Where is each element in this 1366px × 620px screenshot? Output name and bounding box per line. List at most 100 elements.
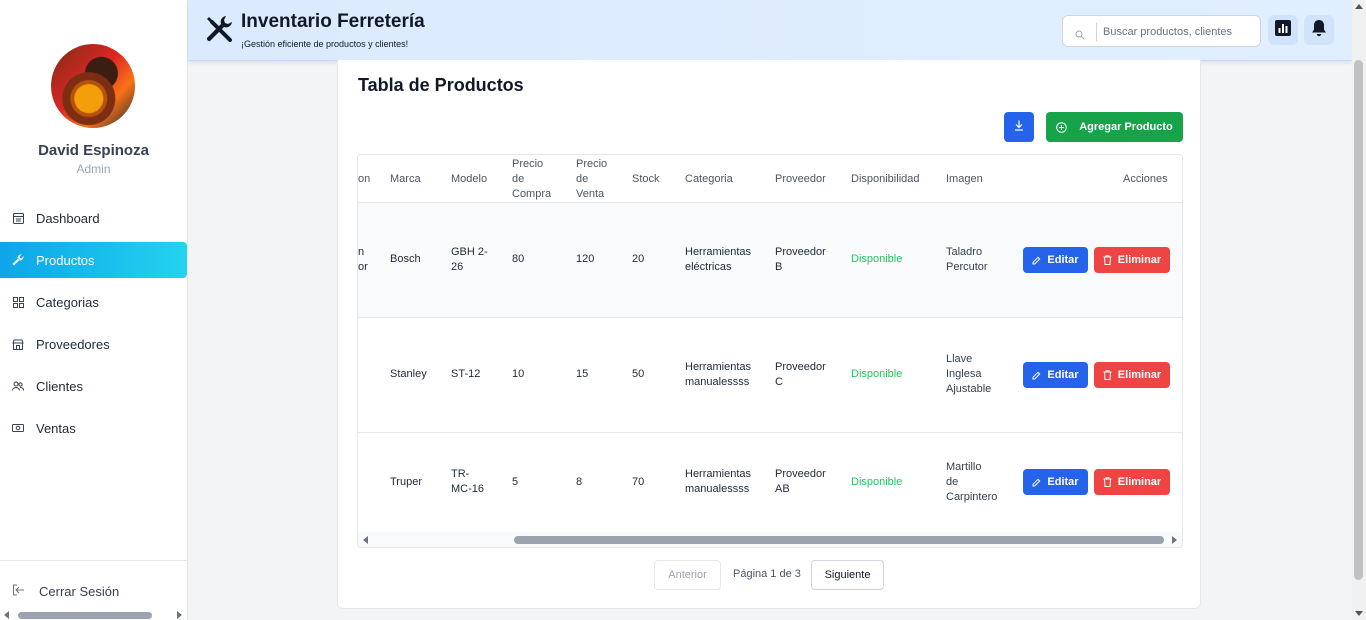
download-button[interactable] — [1004, 112, 1034, 142]
header-line: Precio — [576, 158, 608, 170]
table-row: Stanley ST-12 10 15 50 Herramientas manu… — [358, 318, 1182, 433]
bar-chart-icon — [1275, 19, 1291, 41]
app-subtitle: ¡Gestión eficiente de productos y client… — [241, 39, 409, 49]
sidebar-item-dashboard[interactable]: Dashboard — [0, 200, 187, 236]
cash-icon — [12, 422, 24, 434]
scrollbar-thumb[interactable] — [18, 612, 152, 619]
cell-line: GBH 2- — [451, 246, 488, 258]
sidebar-horizontal-scrollbar[interactable] — [4, 611, 182, 620]
search-box[interactable] — [1062, 15, 1261, 47]
column-header-stock: Stock — [632, 173, 660, 185]
status-badge: Disponible — [851, 476, 903, 488]
cell-proveedor: Proveedor AB — [775, 467, 826, 497]
delete-button[interactable]: Eliminar — [1094, 247, 1170, 273]
delete-label: Eliminar — [1117, 369, 1162, 381]
cell-modelo: TR- MC-16 — [451, 467, 484, 497]
logout-button[interactable]: Cerrar Sesión — [12, 584, 119, 599]
trash-icon — [1103, 255, 1112, 265]
cell-line: Proveedor — [775, 468, 826, 480]
search-icon — [1075, 27, 1085, 45]
pagination-info: Página 1 de 3 — [733, 568, 801, 580]
cell-line: de — [946, 476, 959, 488]
pencil-icon — [1032, 256, 1041, 265]
product-image-alt: Llave Inglesa Ajustable — [946, 352, 991, 397]
delete-button[interactable]: Eliminar — [1094, 362, 1170, 388]
notifications-button[interactable] — [1304, 15, 1334, 45]
pagination-next-button[interactable]: Siguiente — [811, 560, 884, 590]
cell-line: Herramientas — [685, 246, 752, 258]
products-card: Tabla de Productos Agregar Producto on M… — [337, 60, 1201, 609]
sidebar-item-label: Clientes — [36, 378, 83, 394]
scroll-left-icon[interactable] — [4, 611, 9, 619]
sidebar-item-proveedores[interactable]: Proveedores — [0, 326, 187, 362]
trash-icon — [1103, 370, 1112, 380]
scrollbar-thumb[interactable] — [1354, 60, 1363, 580]
cell-line: Inglesa — [946, 368, 982, 380]
scroll-down-icon[interactable] — [1355, 611, 1363, 616]
top-header: Inventario Ferretería ¡Gestión eficiente… — [188, 0, 1352, 61]
app-title: Inventario Ferretería — [241, 11, 425, 32]
header-line: de — [512, 173, 525, 185]
scroll-right-icon[interactable] — [177, 611, 182, 619]
edit-button[interactable]: Editar — [1023, 469, 1088, 495]
cell-line: Herramientas — [685, 361, 752, 373]
header-line: Precio — [512, 158, 544, 170]
page-vertical-scrollbar[interactable] — [1352, 0, 1366, 620]
scroll-up-icon[interactable] — [1355, 4, 1363, 9]
scrollbar-thumb[interactable] — [514, 536, 1164, 544]
sidebar-item-label: Ventas — [36, 420, 76, 436]
stats-button[interactable] — [1268, 15, 1298, 45]
edit-button[interactable]: Editar — [1023, 247, 1088, 273]
sidebar: David Espinoza Admin Dashboard Productos… — [0, 0, 188, 620]
scroll-right-icon[interactable] — [1172, 536, 1177, 544]
status-badge: Disponible — [851, 253, 903, 265]
user-name: David Espinoza — [38, 142, 149, 159]
column-header-disponibilidad: Disponibilidad — [851, 173, 920, 185]
cell-precio-venta: 15 — [576, 368, 589, 380]
edit-label: Editar — [1047, 476, 1079, 488]
download-icon — [1014, 118, 1024, 136]
cell-line: Taladro — [946, 246, 983, 258]
sidebar-item-label: Productos — [36, 252, 95, 268]
tools-logo-icon — [204, 14, 236, 46]
column-header-modelo: Modelo — [451, 173, 488, 185]
sidebar-item-ventas[interactable]: Ventas — [0, 410, 187, 446]
cell-line: Proveedor — [775, 361, 826, 373]
cell-line: Herramientas — [685, 468, 752, 480]
trash-icon — [1103, 477, 1112, 487]
sidebar-item-clientes[interactable]: Clientes — [0, 368, 187, 404]
cell-precio-venta: 8 — [576, 476, 583, 488]
plus-circle-icon — [1056, 121, 1068, 133]
avatar[interactable] — [51, 44, 135, 128]
table-horizontal-scrollbar[interactable] — [358, 532, 1182, 547]
bell-icon — [1311, 19, 1327, 42]
cell-line: Proveedor — [775, 246, 826, 258]
wrench-icon — [12, 254, 24, 266]
cell-line: Percutor — [946, 261, 988, 273]
delete-button[interactable]: Eliminar — [1094, 469, 1170, 495]
cell-line: or — [358, 261, 368, 273]
pagination-prev-button[interactable]: Anterior — [654, 560, 721, 590]
pencil-icon — [1032, 371, 1041, 380]
add-product-button[interactable]: Agregar Producto — [1046, 112, 1183, 142]
cell-modelo: GBH 2- 26 — [451, 245, 488, 275]
scroll-left-icon[interactable] — [363, 536, 368, 544]
cell-partial: n or — [358, 245, 368, 275]
cell-precio-compra: 10 — [512, 368, 525, 380]
store-icon — [12, 338, 24, 350]
cell-line: C — [775, 376, 783, 388]
pencil-icon — [1032, 478, 1041, 487]
cell-stock: 50 — [632, 368, 645, 380]
user-role: Admin — [76, 162, 111, 176]
sidebar-item-categorias[interactable]: Categorias — [0, 284, 187, 320]
column-header-imagen: Imagen — [946, 173, 983, 185]
column-header-categoria: Categoria — [685, 173, 733, 185]
cell-precio-venta: 120 — [576, 253, 595, 265]
cell-line: AB — [775, 483, 790, 495]
sidebar-item-productos[interactable]: Productos — [0, 242, 187, 278]
edit-button[interactable]: Editar — [1023, 362, 1088, 388]
cell-stock: 20 — [632, 253, 645, 265]
column-header-marca: Marca — [390, 173, 421, 185]
search-input[interactable] — [1103, 22, 1253, 42]
edit-label: Editar — [1047, 254, 1079, 266]
